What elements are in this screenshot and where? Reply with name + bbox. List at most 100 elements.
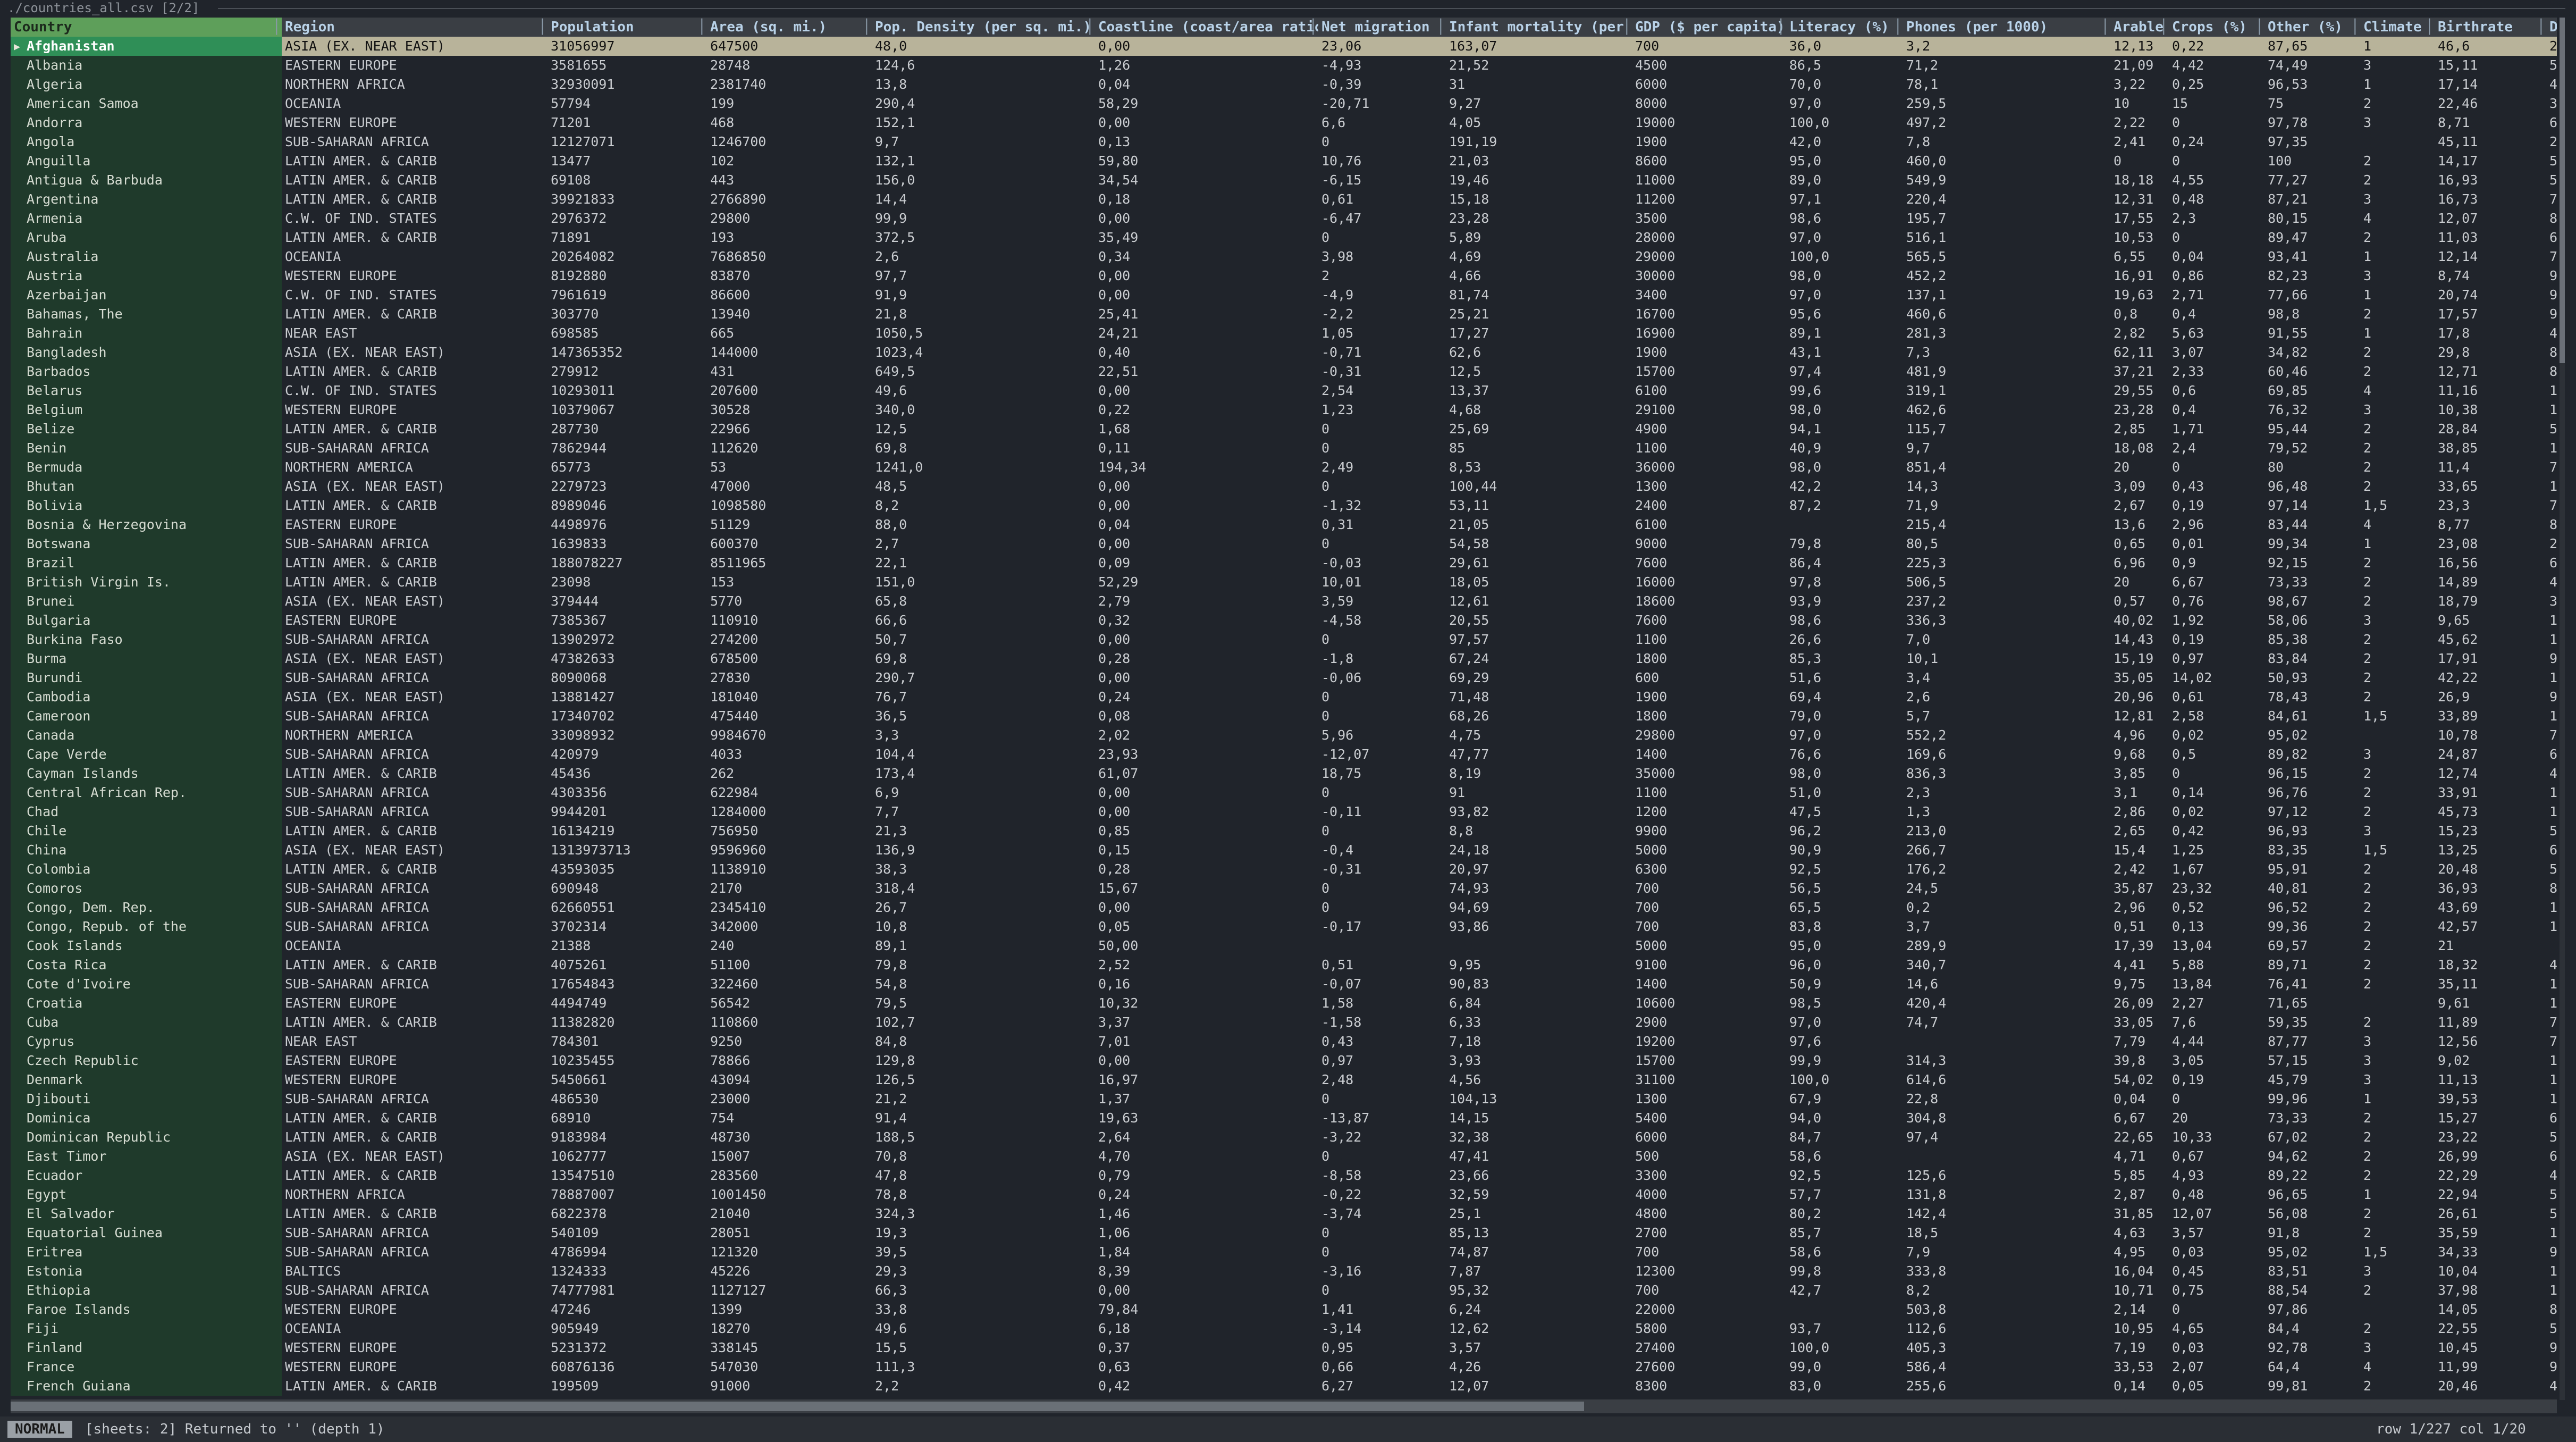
table-cell[interactable]: 21,8 [872,305,1095,324]
table-cell[interactable]: 340,7 [1903,955,2110,975]
table-cell[interactable]: EASTERN EUROPE [282,611,548,630]
table-cell[interactable]: 9100 [1632,955,1786,975]
table-cell[interactable]: 71,2 [1903,56,2110,75]
table-cell[interactable]: 2,14 [2110,1300,2169,1319]
table-cell[interactable]: 8, [2546,515,2557,534]
table-cell[interactable]: 83,8 [1786,917,1903,936]
table-cell[interactable]: 56542 [707,994,872,1013]
table-cell[interactable]: 95,32 [1446,1281,1632,1300]
table-cell[interactable]: 3 [2360,1338,2435,1357]
table-cell[interactable]: 34,82 [2264,343,2360,362]
table-cell[interactable]: 45,11 [2435,132,2546,152]
table-cell[interactable]: 12 [2546,439,2557,458]
table-cell[interactable]: 97,4 [1903,1128,2110,1147]
table-cell[interactable]: 4,68 [1446,400,1632,420]
table-cell[interactable]: 43593035 [548,860,707,879]
table-cell[interactable]: 6, [2546,1147,2557,1166]
table-cell[interactable]: 486530 [548,1089,707,1109]
table-cell[interactable]: 50,00 [1095,936,1318,955]
table-cell[interactable]: 8, [2546,879,2557,898]
table-cell[interactable]: -3,74 [1318,1204,1446,1223]
column-header[interactable]: Area (sq. mi.) │ [707,18,872,37]
table-cell[interactable]: 91,8 [2264,1223,2360,1243]
table-cell[interactable]: 23098 [548,573,707,592]
table-cell[interactable]: 31056997 [548,37,707,56]
table-cell[interactable]: 0,00 [1095,802,1318,821]
table-cell[interactable]: 16000 [1632,573,1786,592]
table-cell[interactable]: 405,3 [1903,1338,2110,1357]
table-cell[interactable]: 700 [1632,1281,1786,1300]
table-cell[interactable]: 665 [707,324,872,343]
table-cell[interactable]: 2 [2360,343,2435,362]
table-cell[interactable]: EASTERN EUROPE [282,994,548,1013]
table-cell[interactable]: 89,82 [2264,745,2360,764]
table-cell[interactable]: LATIN AMER. & CARIB [282,821,548,841]
table-cell[interactable]: 85,38 [2264,630,2360,649]
table-cell[interactable]: 4900 [1632,420,1786,439]
table-cell[interactable]: 34,54 [1095,171,1318,190]
table-cell[interactable]: 126,5 [872,1070,1095,1089]
table-cell[interactable]: 0 [2169,152,2264,171]
table-cell[interactable]: 3702314 [548,917,707,936]
table-cell[interactable]: 21,09 [2110,56,2169,75]
table-cell[interactable]: 96,2 [1786,821,1903,841]
table-cell[interactable]: WESTERN EUROPE [282,1070,548,1089]
table-cell[interactable]: 87,65 [2264,37,2360,56]
table-cell[interactable]: 1001450 [707,1185,872,1204]
table-row[interactable]: Fiji OCEANIA 905949 18270 49,6 6,18 -3,14 12,62… [11,1319,2557,1338]
table-cell[interactable]: 26,61 [2435,1204,2546,1223]
table-cell[interactable]: -0,17 [1318,917,1446,936]
table-cell[interactable]: 74,7 [1903,1013,2110,1032]
table-cell[interactable]: 43094 [707,1070,872,1089]
table-cell[interactable]: 93,82 [1446,802,1632,821]
table-cell[interactable]: 87,2 [1786,496,1903,515]
table-cell[interactable]: 304,8 [1903,1109,2110,1128]
table-cell[interactable]: 83,0 [1786,1377,1903,1396]
table-cell[interactable]: 17340702 [548,707,707,726]
table-cell[interactable]: 30528 [707,400,872,420]
table-cell[interactable]: 9900 [1632,821,1786,841]
table-cell[interactable]: 0,43 [2169,477,2264,496]
table-cell[interactable]: 3 [2360,745,2435,764]
table-cell[interactable]: 23,06 [1318,37,1446,56]
table-cell[interactable]: 104,13 [1446,1089,1632,1109]
table-cell[interactable]: 1,5 [2360,496,2435,515]
table-cell[interactable]: 3 [2360,400,2435,420]
table-cell[interactable]: 2 [2360,630,2435,649]
table-cell[interactable]: 2,33 [2169,362,2264,381]
table-cell[interactable]: 16900 [1632,324,1786,343]
table-cell[interactable]: 0,00 [1095,1051,1318,1070]
table-cell[interactable]: 69108 [548,171,707,190]
table-cell[interactable]: 1023,4 [872,343,1095,362]
table-cell[interactable]: 6,67 [2169,573,2264,592]
table-cell[interactable]: -0,31 [1318,362,1446,381]
table-cell[interactable]: 10,38 [2435,400,2546,420]
table-cell[interactable]: 66,3 [872,1281,1095,1300]
table-cell[interactable]: 2 [2360,1166,2435,1185]
table-cell[interactable]: 121320 [707,1243,872,1262]
table-cell[interactable]: 100 [2264,152,2360,171]
table-cell[interactable]: 0 [1318,1223,1446,1243]
table-cell[interactable]: 82,23 [2264,266,2360,286]
table-cell[interactable]: 213,0 [1903,821,2110,841]
table-cell[interactable]: 4075261 [548,955,707,975]
table-cell[interactable]: 1900 [1632,132,1786,152]
table-row[interactable]: Bermuda NORTHERN AMERICA 65773 53 1241,0 194,… [11,458,2557,477]
table-cell[interactable]: Angola [11,132,282,152]
table-cell[interactable]: 10,45 [2435,1338,2546,1357]
table-cell[interactable]: -1,58 [1318,1013,1446,1032]
table-cell[interactable]: 322460 [707,975,872,994]
table-cell[interactable]: 6, [2546,228,2557,247]
table-cell[interactable]: 10,33 [2169,1128,2264,1147]
table-cell[interactable]: 5,96 [1318,726,1446,745]
table-cell[interactable]: 79,84 [1095,1300,1318,1319]
table-cell[interactable]: 700 [1632,917,1786,936]
table-cell[interactable]: 9, [2546,1243,2557,1262]
table-cell[interactable]: 431 [707,362,872,381]
table-cell[interactable]: 2,85 [2110,420,2169,439]
table-cell[interactable]: 1900 [1632,343,1786,362]
table-row[interactable]: Congo, Repub. of the SUB-SAHARAN AFRICA 37… [11,917,2557,936]
table-row[interactable]: Burkina Faso SUB-SAHARAN AFRICA 13902972 27… [11,630,2557,649]
table-cell[interactable]: 2 [2360,1013,2435,1032]
table-row[interactable]: Chile LATIN AMER. & CARIB 16134219 756950 21… [11,821,2557,841]
